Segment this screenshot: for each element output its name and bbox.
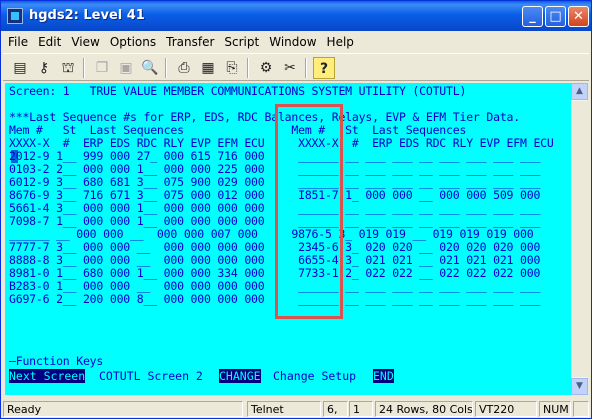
title-bar[interactable]: hgds2: Level 41 _ □ ✕ — [1, 1, 591, 31]
menu-edit[interactable]: Edit — [33, 32, 66, 49]
menu-script[interactable]: Script — [219, 32, 264, 49]
status-bar: Ready Telnet 6, 1 24 Rows, 80 Cols VT220… — [1, 400, 591, 418]
help-icon[interactable]: ? — [313, 57, 335, 79]
print-icon[interactable]: ⎘ — [221, 57, 243, 79]
terminal-window: hgds2: Level 41 _ □ ✕ File Edit View Option… — [0, 0, 592, 419]
end-key[interactable]: END — [373, 369, 394, 383]
close-button[interactable]: ✕ — [568, 6, 589, 27]
settings-icon[interactable]: ⚙ — [255, 57, 277, 79]
tools-icon[interactable]: ✂ — [279, 57, 301, 79]
text-cursor — [11, 150, 18, 163]
find-icon[interactable]: 🔍 — [139, 57, 161, 79]
status-row: 6, — [323, 401, 348, 417]
terminal-line: Screen: 1 TRUE VALUE MEMBER COMMUNICATIO… — [9, 84, 467, 98]
disconnect-icon[interactable]: ⛫ — [57, 57, 79, 79]
change-key[interactable]: CHANGE — [219, 369, 261, 383]
status-emulation: VT220 — [475, 401, 537, 417]
menu-help[interactable]: Help — [322, 32, 359, 49]
minimize-button[interactable]: _ — [522, 6, 543, 27]
scroll-down-icon[interactable]: ▼ — [571, 378, 588, 395]
menu-file[interactable]: File — [3, 32, 33, 49]
status-protocol: Telnet — [247, 401, 321, 417]
menu-transfer[interactable]: Transfer — [161, 32, 219, 49]
print-screen-icon[interactable]: ⎙ — [173, 57, 195, 79]
highlight-annotation-box — [275, 104, 343, 319]
status-message: Ready — [3, 401, 243, 417]
status-size: 24 Rows, 80 Cols — [375, 401, 473, 417]
horizontal-scrollbar[interactable] — [5, 395, 571, 399]
status-grip[interactable] — [573, 401, 589, 417]
status-num-lock: NUM — [539, 401, 571, 417]
function-keys-header: —Function Keys — [9, 354, 104, 368]
new-session-icon[interactable]: ▤ — [9, 57, 31, 79]
app-icon[interactable] — [7, 8, 23, 24]
window-title: hgds2: Level 41 — [29, 8, 145, 23]
copy-icon[interactable]: ❐ — [91, 57, 113, 79]
menu-bar: File Edit View Options Transfer Script Window H… — [3, 32, 359, 52]
toolbar: ▤ ⚷ ⛫ ❐ ▣ 🔍 ⎙ ▦ ⎘ ⚙ ✂ ? — [3, 53, 589, 81]
menu-options[interactable]: Options — [105, 32, 161, 49]
vertical-scrollbar[interactable]: ▲ ▼ — [571, 83, 588, 395]
print-setup-icon[interactable]: ▦ — [197, 57, 219, 79]
maximize-button[interactable]: □ — [545, 6, 566, 27]
next-screen-key[interactable]: Next Screen — [9, 369, 86, 383]
change-desc: Change Setup — [273, 369, 357, 383]
scroll-up-icon[interactable]: ▲ — [571, 83, 588, 100]
status-col: 1 — [349, 401, 373, 417]
menu-view[interactable]: View — [66, 32, 104, 49]
scroll-track[interactable] — [571, 101, 588, 377]
menu-window[interactable]: Window — [264, 32, 321, 49]
connect-icon[interactable]: ⚷ — [33, 57, 55, 79]
next-screen-desc: COTUTL Screen 2 — [99, 369, 203, 383]
paste-icon[interactable]: ▣ — [115, 57, 137, 79]
